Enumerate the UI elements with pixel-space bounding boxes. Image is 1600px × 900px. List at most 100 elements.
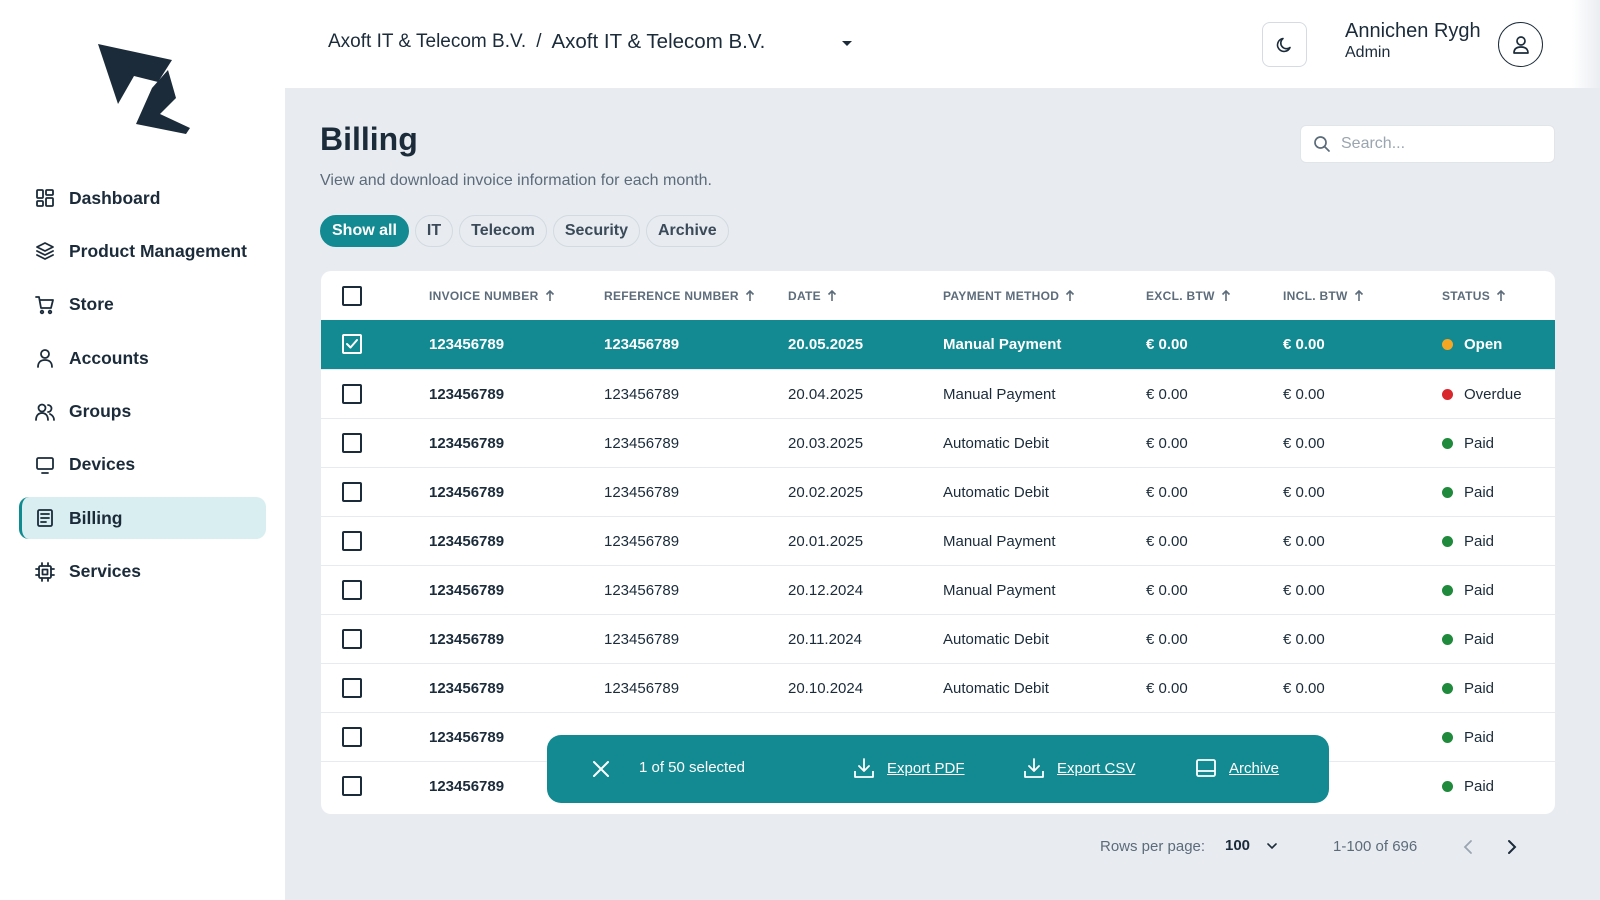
- status-label: Paid: [1464, 728, 1495, 746]
- organization-selector[interactable]: Axoft IT & Telecom B.V.: [551, 30, 765, 54]
- invoice-number-cell: 123456789: [429, 385, 505, 403]
- filter-telecom[interactable]: Telecom: [459, 215, 547, 247]
- sidebar-item-groups[interactable]: Groups: [19, 391, 266, 433]
- status-badge: Paid: [1442, 517, 1494, 565]
- close-icon[interactable]: [591, 759, 611, 779]
- chevron-left-icon[interactable]: [1460, 838, 1478, 856]
- row-checkbox[interactable]: [342, 433, 362, 453]
- reference-number-cell: 123456789: [604, 434, 680, 452]
- sort-arrow-up-icon: [1354, 290, 1363, 301]
- sidebar-item-label: Services: [69, 561, 142, 582]
- status-badge: Paid: [1442, 664, 1494, 712]
- archive-button[interactable]: Archive: [1195, 757, 1279, 779]
- column-header-status[interactable]: STATUS: [1442, 271, 1506, 321]
- table-row[interactable]: 123456789 123456789 20.03.2025 Automatic De…: [321, 418, 1555, 467]
- column-header-payment-method[interactable]: PAYMENT METHOD: [943, 271, 1075, 321]
- sidebar-item-accounts[interactable]: Accounts: [19, 337, 266, 379]
- sidebar-item-product-management[interactable]: Product Management: [19, 230, 266, 272]
- row-checkbox[interactable]: [342, 482, 362, 502]
- column-header-excl-btw[interactable]: EXCL. BTW: [1146, 271, 1231, 321]
- column-header-date[interactable]: DATE: [788, 271, 837, 321]
- table-row[interactable]: 123456789 123456789 20.01.2025 Manual Payme…: [321, 516, 1555, 565]
- status-badge: Paid: [1442, 762, 1494, 810]
- sidebar-item-devices[interactable]: Devices: [19, 444, 266, 486]
- status-dot: [1442, 682, 1453, 694]
- incl-btw-cell: € 0.00: [1283, 679, 1325, 697]
- payment-method-cell: Automatic Debit: [943, 679, 1049, 697]
- table-row[interactable]: 123456789 123456789 20.12.2024 Manual Payme…: [321, 565, 1555, 614]
- checkmark-icon: [346, 339, 358, 349]
- chip-icon: [35, 561, 55, 582]
- export-pdf-button[interactable]: Export PDF: [853, 757, 965, 779]
- sidebar-item-label: Groups: [69, 401, 132, 422]
- filter-it[interactable]: IT: [414, 215, 454, 247]
- breadcrumb-parent[interactable]: Axoft IT & Telecom B.V.: [328, 31, 526, 53]
- row-checkbox[interactable]: [342, 334, 362, 354]
- avatar-button[interactable]: [1498, 22, 1543, 67]
- select-all-checkbox[interactable]: [342, 286, 362, 306]
- table-row[interactable]: 123456789 123456789 20.02.2025 Automatic De…: [321, 467, 1555, 516]
- filter-show-all[interactable]: Show all: [320, 215, 409, 247]
- breadcrumb: Axoft IT & Telecom B.V. / Axoft IT & Tel…: [328, 30, 765, 54]
- sidebar-item-store[interactable]: Store: [19, 284, 266, 326]
- export-csv-button[interactable]: Export CSV: [1023, 757, 1135, 779]
- row-checkbox[interactable]: [342, 629, 362, 649]
- monitor-icon: [35, 455, 55, 475]
- excl-btw-cell: € 0.00: [1146, 581, 1188, 599]
- column-header-reference-number[interactable]: REFERENCE NUMBER: [604, 271, 755, 321]
- date-cell: 20.01.2025: [788, 532, 864, 550]
- table-row[interactable]: 123456789 123456789 20.04.2025 Manual Payme…: [321, 369, 1555, 418]
- row-checkbox[interactable]: [342, 678, 362, 698]
- excl-btw-cell: € 0.00: [1146, 630, 1188, 648]
- sidebar-item-label: Product Management: [69, 240, 247, 261]
- table-row[interactable]: 123456789 123456789 20.10.2024 Automatic De…: [321, 663, 1555, 712]
- search-input[interactable]: [1341, 135, 1541, 153]
- status-dot: [1442, 388, 1453, 400]
- theme-toggle-button[interactable]: [1262, 22, 1307, 67]
- sort-arrow-up-icon: [1221, 290, 1230, 301]
- status-label: Paid: [1464, 581, 1495, 599]
- archive-icon: [1196, 759, 1216, 777]
- export-csv-label: Export CSV: [1057, 759, 1136, 777]
- status-badge: Paid: [1442, 615, 1494, 663]
- reference-number-cell: 123456789: [604, 679, 680, 697]
- filter-security[interactable]: Security: [552, 215, 640, 247]
- reference-number-cell: 123456789: [604, 385, 680, 403]
- invoice-number-cell: 123456789: [429, 679, 505, 697]
- reference-number-cell: 123456789: [604, 581, 680, 599]
- incl-btw-cell: € 0.00: [1283, 532, 1325, 550]
- row-checkbox[interactable]: [342, 384, 362, 404]
- reference-number-cell: 123456789: [604, 630, 680, 648]
- status-badge: Paid: [1442, 468, 1494, 516]
- rows-per-page-label: Rows per page:: [1100, 838, 1206, 855]
- row-checkbox[interactable]: [342, 531, 362, 551]
- date-cell: 20.02.2025: [788, 483, 864, 501]
- sidebar: Dashboard Product Management Store Accou…: [0, 0, 285, 900]
- incl-btw-cell: € 0.00: [1283, 385, 1325, 403]
- status-badge: Paid: [1442, 566, 1494, 614]
- sidebar-item-dashboard[interactable]: Dashboard: [19, 177, 266, 219]
- sidebar-item-services[interactable]: Services: [19, 551, 266, 593]
- chevron-down-icon[interactable]: [840, 36, 854, 50]
- row-checkbox[interactable]: [342, 776, 362, 796]
- chevron-right-icon[interactable]: [1502, 838, 1520, 856]
- search-box[interactable]: [1300, 125, 1555, 163]
- table-row[interactable]: 123456789 123456789 20.11.2024 Automatic De…: [321, 614, 1555, 663]
- download-icon: [854, 758, 874, 778]
- status-label: Paid: [1464, 434, 1495, 452]
- column-header-incl-btw[interactable]: INCL. BTW: [1283, 271, 1364, 321]
- row-checkbox[interactable]: [342, 727, 362, 747]
- table-row[interactable]: 123456789 123456789 20.05.2025 Manual Payme…: [321, 320, 1555, 369]
- sidebar-item-billing[interactable]: Billing: [19, 497, 266, 540]
- column-header-label: EXCL. BTW: [1146, 289, 1215, 303]
- selection-count: 1 of 50 selected: [639, 759, 745, 776]
- row-checkbox[interactable]: [342, 580, 362, 600]
- company-logo[interactable]: [96, 42, 190, 134]
- excl-btw-cell: € 0.00: [1146, 335, 1188, 353]
- user-name: Annichen Rygh: [1345, 20, 1481, 42]
- column-header-invoice-number[interactable]: INVOICE NUMBER: [429, 271, 555, 321]
- status-badge: Paid: [1442, 713, 1494, 761]
- status-label: Open: [1464, 335, 1503, 353]
- filter-archive[interactable]: Archive: [646, 215, 729, 247]
- rows-per-page-select[interactable]: 100: [1225, 837, 1278, 854]
